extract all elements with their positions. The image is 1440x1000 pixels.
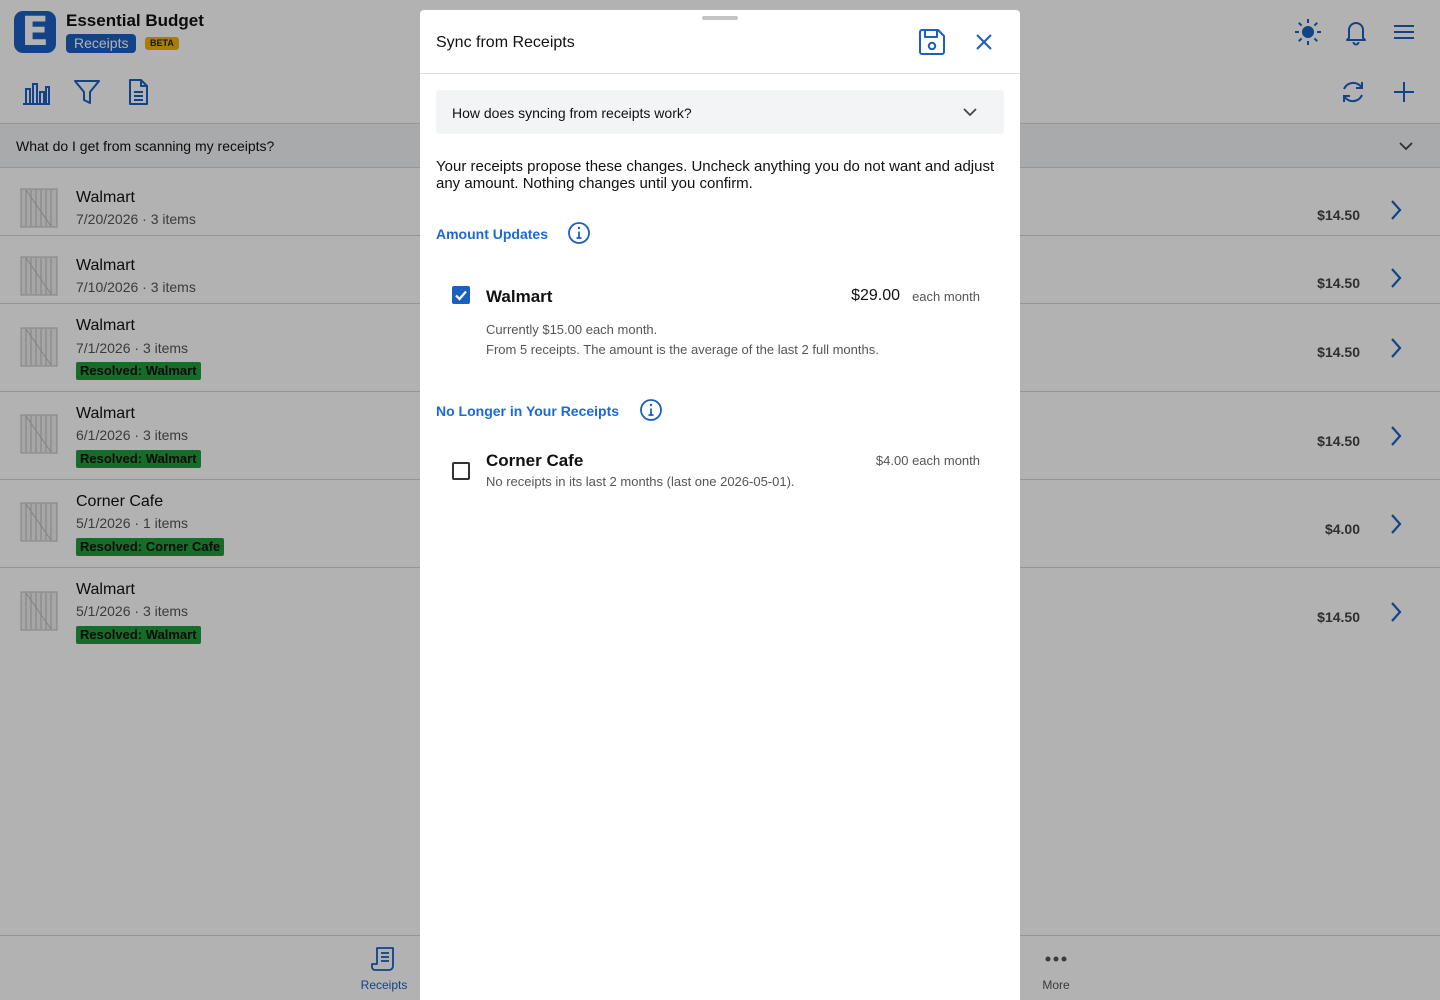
save-icon[interactable] (917, 27, 947, 57)
update-item-source: From 5 receipts. The amount is the avera… (486, 342, 879, 357)
removal-item-note: No receipts in its last 2 months (last o… (486, 474, 795, 489)
update-item-current: Currently $15.00 each month. (486, 322, 658, 337)
chevron-down-icon (963, 108, 977, 117)
close-icon[interactable] (973, 31, 995, 53)
removal-item-amount: $4.00 each month (875, 453, 980, 468)
walmart-update-checkbox[interactable] (452, 286, 470, 304)
amount-updates-heading: Amount Updates (436, 226, 548, 242)
info-icon[interactable] (639, 398, 663, 422)
sheet-header: Sync from Receipts (420, 10, 1020, 74)
howto-question: How does syncing from receipts work? (452, 105, 692, 121)
sync-sheet: Sync from Receipts How does syncing from… (420, 10, 1020, 1000)
update-item-name: Walmart (486, 287, 553, 306)
update-item-amount[interactable]: $29.00 (851, 287, 900, 305)
update-item-frequency: each month (912, 289, 980, 304)
corner-cafe-checkbox[interactable] (452, 462, 470, 480)
removal-item-name: Corner Cafe (486, 451, 584, 470)
sync-intro: Your receipts propose these changes. Unc… (436, 158, 995, 192)
info-icon[interactable] (567, 221, 591, 245)
howto-accordion[interactable]: How does syncing from receipts work? (436, 90, 1004, 134)
sheet-title: Sync from Receipts (436, 34, 575, 51)
checkmark-icon (455, 290, 467, 301)
no-longer-heading: No Longer in Your Receipts (436, 403, 620, 419)
